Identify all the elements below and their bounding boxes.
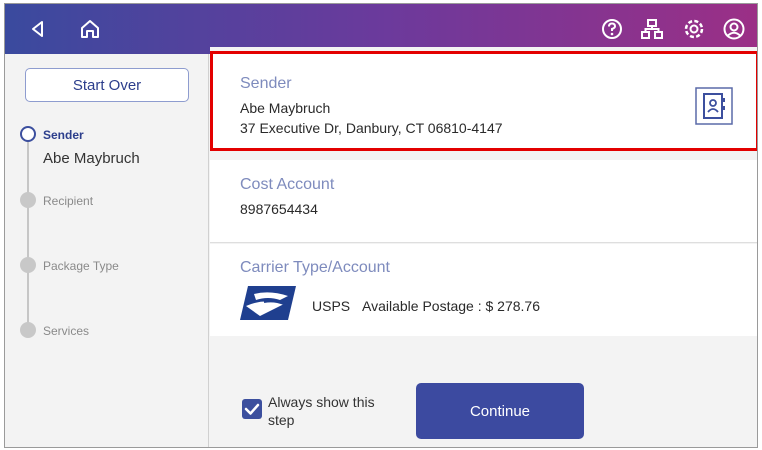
settings-icon[interactable]	[681, 16, 707, 42]
help-icon[interactable]	[599, 16, 625, 42]
step-label-services[interactable]: Services	[43, 324, 89, 338]
cost-account-heading: Cost Account	[240, 176, 335, 193]
step-sidebar: Start Over Sender Abe Maybruch Recipient…	[5, 54, 209, 447]
continue-button[interactable]: Continue	[416, 383, 584, 439]
network-icon[interactable]	[639, 16, 665, 42]
available-postage: Available Postage : $ 278.76	[362, 298, 540, 314]
sender-address: 37 Executive Dr, Danbury, CT 06810-4147	[240, 120, 503, 136]
step-indicator-services	[20, 322, 36, 338]
step-label-package-type[interactable]: Package Type	[43, 259, 119, 273]
step-label-recipient[interactable]: Recipient	[43, 194, 93, 208]
always-show-label[interactable]: Always show this step	[268, 393, 398, 429]
main-content: Sender Abe Maybruch 37 Executive Dr, Dan…	[210, 47, 757, 447]
step-label-sender[interactable]: Sender	[43, 128, 84, 142]
step-indicator-sender	[20, 126, 36, 142]
step-value-sender: Abe Maybruch	[43, 150, 140, 167]
address-book-icon[interactable]	[694, 86, 734, 126]
always-show-checkbox[interactable]	[242, 399, 262, 419]
sender-name: Abe Maybruch	[240, 100, 331, 116]
carrier-name: USPS	[312, 298, 351, 314]
sender-panel[interactable]: Sender Abe Maybruch 37 Executive Dr, Dan…	[210, 51, 757, 151]
back-triangle-icon[interactable]	[25, 16, 51, 42]
usps-eagle-icon	[240, 284, 298, 322]
step-indicator-package-type	[20, 257, 36, 273]
cost-account-value: 8987654434	[240, 201, 318, 217]
cost-account-panel[interactable]: Cost Account 8987654434	[210, 160, 757, 242]
app-window: Start Over Sender Abe Maybruch Recipient…	[4, 3, 758, 448]
sender-heading: Sender	[240, 75, 292, 92]
divider	[210, 242, 757, 243]
start-over-button[interactable]: Start Over	[25, 68, 189, 102]
carrier-panel[interactable]: Carrier Type/Account USPS Available Post…	[210, 244, 757, 336]
account-icon[interactable]	[721, 16, 747, 42]
carrier-heading: Carrier Type/Account	[240, 259, 390, 276]
step-progress-line	[27, 136, 29, 331]
step-indicator-recipient	[20, 192, 36, 208]
action-area: Always show this step Continue	[210, 341, 757, 447]
home-icon[interactable]	[77, 16, 103, 42]
